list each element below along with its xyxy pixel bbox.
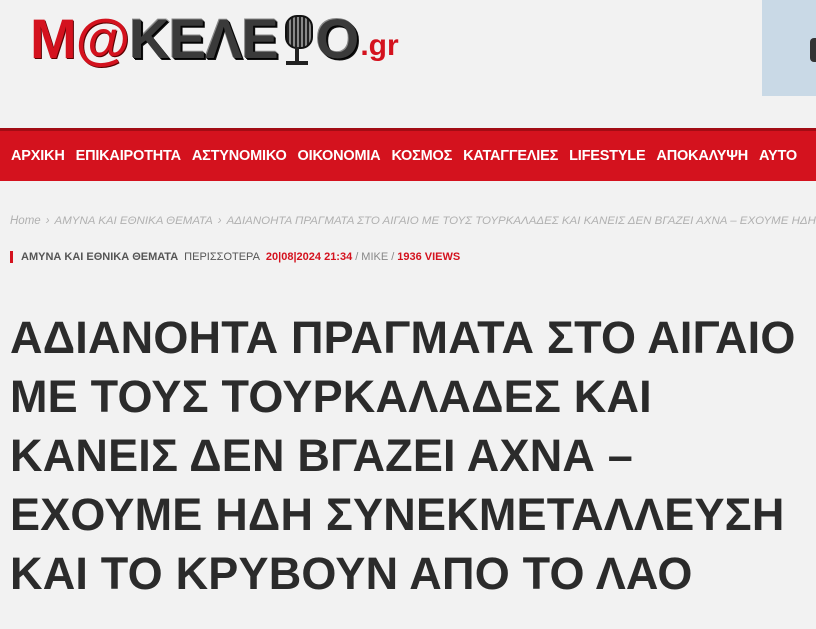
breadcrumb-home[interactable]: Home (10, 215, 41, 227)
nav-item-economy[interactable]: ΟΙΚΟΝΟΜΙΑ (298, 148, 381, 164)
breadcrumb: Home › ΑΜΥΝΑ ΚΑΙ ΕΘΝΙΚΑ ΘΕΜΑΤΑ › ΑΔΙΑΝΟΗΤΑ Π… (10, 215, 816, 227)
article-meta: ΑΜΥΝΑ ΚΑΙ ΕΘΝΙΚΑ ΘΕΜΑΤΑ ΠΕΡΙΣΣΟΤΕΡΑ 20|0… (10, 251, 460, 263)
logo-text: M@ΚΕΛΕ (30, 7, 279, 70)
breadcrumb-current: ΑΔΙΑΝΟΗΤΑ ΠΡΑΓΜΑΤΑ ΣΤΟ ΑΙΓΑΙΟ ΜΕ ΤΟΥΣ ΤΟ… (226, 215, 816, 227)
nav-item-news[interactable]: ΕΠΙΚΑΙΡΟΤΗΤΑ (76, 148, 181, 164)
category-marker (10, 251, 13, 263)
logo-tld: .gr (360, 29, 399, 62)
category-link[interactable]: ΑΜΥΝΑ ΚΑΙ ΕΘΝΙΚΑ ΘΕΜΑΤΑ (21, 251, 178, 263)
nav-item-auto[interactable]: ΑΥΤΟ (759, 148, 797, 164)
meta-separator: / (355, 251, 359, 263)
category-link-more[interactable]: ΠΕΡΙΣΣΟΤΕΡΑ (184, 251, 260, 263)
site-logo[interactable]: M@ΚΕΛΕ Ο .gr (30, 2, 399, 76)
nav-item-home[interactable]: ΑΡΧΙΚΗ (11, 148, 65, 164)
breadcrumb-category[interactable]: ΑΜΥΝΑ ΚΑΙ ΕΘΝΙΚΑ ΘΕΜΑΤΑ (55, 215, 213, 227)
nav-item-police[interactable]: ΑΣΤΥΝΟΜΙΚΟ (192, 148, 287, 164)
breadcrumb-separator: › (217, 215, 222, 227)
breadcrumb-separator: › (45, 215, 50, 227)
microphone-icon (280, 11, 314, 67)
author-link[interactable]: MIKE (361, 251, 388, 263)
site-header: M@ΚΕΛΕ Ο .gr (0, 0, 816, 128)
logo-suffix: Ο (315, 7, 360, 70)
main-navigation: ΑΡΧΙΚΗ ΕΠΙΚΑΙΡΟΤΗΤΑ ΑΣΤΥΝΟΜΙΚΟ ΟΙΚΟΝΟΜΙΑ… (0, 128, 816, 181)
view-count: 1936 VIEWS (397, 251, 461, 263)
nav-item-complaints[interactable]: ΚΑΤΑΓΓΕΛΙΕΣ (463, 148, 558, 164)
nav-item-revelation[interactable]: ΑΠΟΚΑΛΥΨΗ (656, 148, 748, 164)
article-title: ΑΔΙΑΝΟΗΤΑ ΠΡΑΓΜΑΤΑ ΣΤΟ ΑΙΓΑΙΟ ΜΕ ΤΟΥΣ ΤΟ… (10, 312, 796, 599)
meta-separator: / (391, 251, 395, 263)
ad-banner[interactable] (762, 0, 816, 96)
nav-item-lifestyle[interactable]: LIFESTYLE (569, 148, 646, 164)
nav-item-world[interactable]: ΚΟΣΜΟΣ (391, 148, 452, 164)
publish-date: 20|08|2024 21:34 (265, 251, 353, 263)
